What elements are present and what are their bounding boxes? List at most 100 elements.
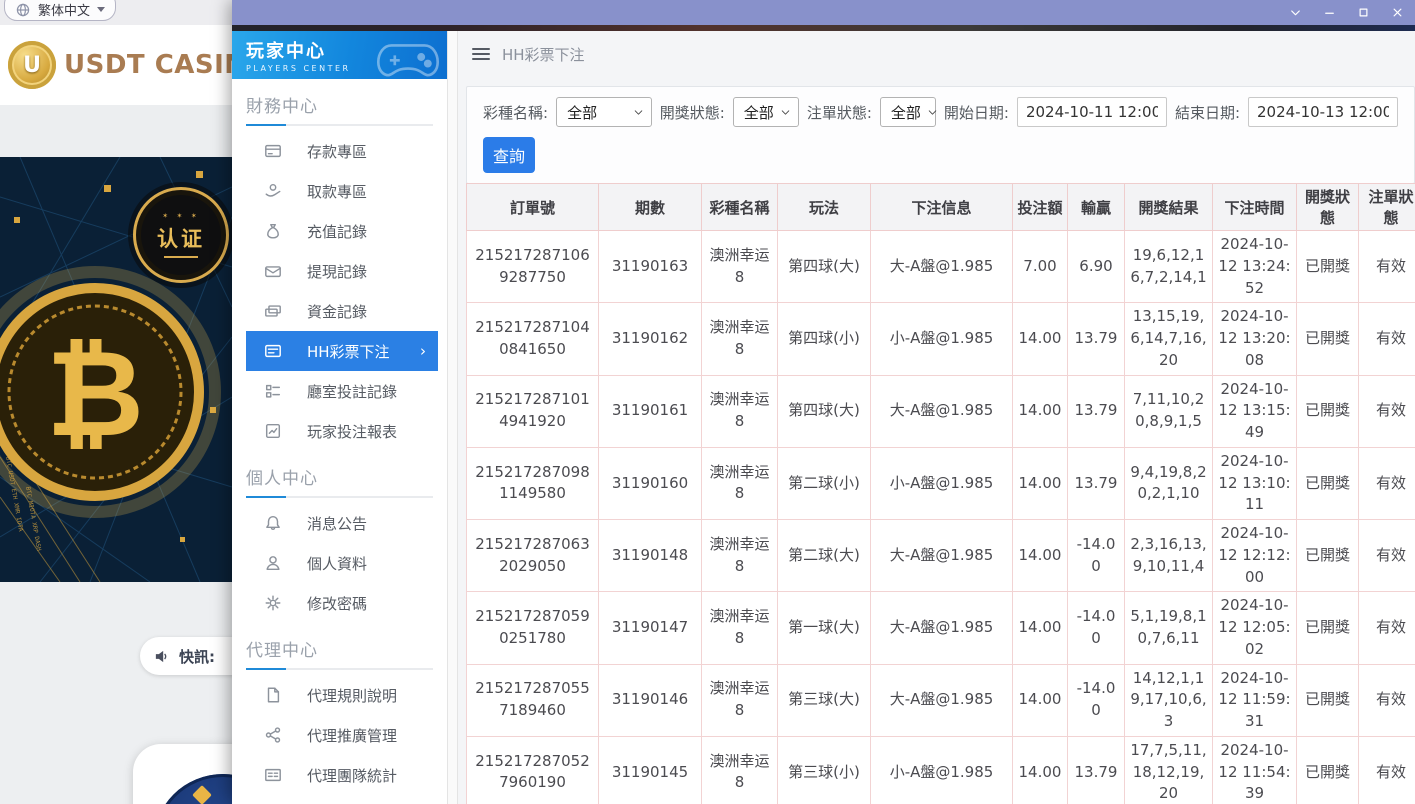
window-restore-down-button[interactable] (1283, 3, 1307, 23)
sidebar-item-label: HH彩票下注 (307, 341, 390, 362)
cell-bet-time: 2024-10-12 13:20:08 (1213, 303, 1297, 375)
cell-order-no: 2152172870981149580 (467, 447, 599, 519)
background-page: 繁体中文 U USDT CASINO (0, 0, 232, 804)
sidebar-item-lottery[interactable]: HH彩票下注› (246, 331, 438, 371)
cell-win-loss: 13.79 (1068, 447, 1125, 519)
cell-bet-info: 大-A盤@1.985 (871, 520, 1013, 592)
column-header-draw-result: 開獎結果 (1125, 184, 1213, 231)
cell-period: 31190146 (599, 664, 702, 736)
speaker-icon (154, 648, 171, 665)
cell-play-type: 第二球(大) (778, 520, 871, 592)
sidebar-item-label: 修改密碼 (307, 593, 367, 614)
sidebar-scrollbar[interactable] (447, 31, 458, 804)
cell-bet-time: 2024-10-12 11:59:31 (1213, 664, 1297, 736)
sidebar-item-funds[interactable]: 資金記錄 (232, 291, 447, 331)
cell-bet-amount: 14.00 (1013, 375, 1068, 447)
lottery-icon (264, 342, 282, 360)
cell-draw-status: 已開獎 (1297, 447, 1359, 519)
sidebar-item-bell[interactable]: 消息公告 (232, 503, 447, 543)
sidebar-item-label: 資金記錄 (307, 301, 367, 322)
sidebar-item-room[interactable]: 廳室投註記錄 (232, 371, 447, 411)
ticker-label: 快訊: (179, 646, 215, 667)
cell-lottery-name: 澳洲幸运8 (702, 736, 778, 804)
cell-draw-result: 13,15,19,6,14,7,16,20 (1125, 303, 1213, 375)
background-topbar: 繁体中文 (0, 0, 232, 25)
bets-table: 訂單號期數彩種名稱玩法下注信息投注額輸贏開獎結果下注時間開獎狀態注單狀態 215… (466, 183, 1415, 804)
cell-order-no: 2152172871040841650 (467, 303, 599, 375)
sidebar-item-report[interactable]: 玩家投注報表 (232, 411, 447, 451)
window-maximize-button[interactable] (1351, 3, 1375, 23)
cell-period: 31190148 (599, 520, 702, 592)
filter-label: 注單狀態: (807, 102, 872, 123)
cell-bet-amount: 14.00 (1013, 520, 1068, 592)
cell-play-type: 第三球(大) (778, 664, 871, 736)
menu-icon[interactable] (472, 48, 490, 60)
section-divider (246, 668, 433, 670)
start-date-input[interactable] (1017, 97, 1167, 127)
cell-bet-info: 小-A盤@1.985 (871, 736, 1013, 804)
cell-bet-status: 有效 (1359, 231, 1415, 303)
cell-bet-info: 大-A盤@1.985 (871, 375, 1013, 447)
sidebar-item-cashout[interactable]: 提現記錄 (232, 251, 447, 291)
sidebar-item-team[interactable]: 代理團隊統計 (232, 755, 447, 795)
sidebar-item-recharge[interactable]: 充值記錄 (232, 211, 447, 251)
filter-label: 結束日期: (1175, 102, 1240, 123)
query-button[interactable]: 查詢 (483, 137, 535, 173)
page-title: HH彩票下注 (502, 44, 585, 65)
cell-bet-status: 有效 (1359, 736, 1415, 804)
cell-play-type: 第四球(大) (778, 231, 871, 303)
bet-status-select[interactable]: 全部 (880, 97, 936, 127)
chevron-down-icon (1288, 5, 1303, 20)
end-date-input[interactable] (1248, 97, 1398, 127)
minimize-icon (1322, 5, 1337, 20)
sidebar-item-gear[interactable]: 修改密碼 (232, 583, 447, 623)
funds-icon (264, 302, 282, 320)
background-gap (0, 105, 232, 157)
sidebar-item-withdraw[interactable]: 取款專區 (232, 171, 447, 211)
language-selector[interactable]: 繁体中文 (4, 0, 116, 21)
cell-period: 31190163 (599, 231, 702, 303)
cell-draw-result: 2,3,16,13,9,10,11,4 (1125, 520, 1213, 592)
sidebar-item-label: 個人資料 (307, 553, 367, 574)
select-value: 全部 (567, 102, 597, 123)
table-row: 215217287104084165031190162澳洲幸运8第四球(小)小-… (467, 303, 1415, 375)
page-header: HH彩票下注 (458, 31, 1415, 77)
cell-bet-info: 大-A盤@1.985 (871, 231, 1013, 303)
cell-play-type: 第三球(小) (778, 736, 871, 804)
badge-stars: ✶ ✶ ✶ (162, 212, 199, 220)
column-header-bet-status: 注單狀態 (1359, 184, 1415, 231)
draw-status-select[interactable]: 全部 (733, 97, 799, 127)
window-close-button[interactable] (1385, 3, 1409, 23)
team-icon (264, 766, 282, 784)
bell-icon (264, 514, 282, 532)
window-minimize-button[interactable] (1317, 3, 1341, 23)
sidebar-item-label: 消息公告 (307, 513, 367, 534)
brand-logo[interactable]: U USDT CASINO (8, 41, 269, 89)
cell-bet-time: 2024-10-12 12:05:02 (1213, 592, 1297, 664)
window-body: 玩家中心 PLAYERS CENTER 財務中心存款專區取款專區充值記錄提現記錄… (232, 31, 1415, 804)
select-chevron-icon (633, 107, 644, 118)
cell-bet-time: 2024-10-12 13:10:11 (1213, 447, 1297, 519)
cell-bet-amount: 14.00 (1013, 447, 1068, 519)
sidebar-item-share[interactable]: 代理推廣管理 (232, 715, 447, 755)
select-chevron-icon (780, 107, 791, 118)
column-header-win-loss: 輸贏 (1068, 184, 1125, 231)
cell-lottery-name: 澳洲幸运8 (702, 447, 778, 519)
sidebar-item-user[interactable]: 個人資料 (232, 543, 447, 583)
cell-bet-time: 2024-10-12 13:15:49 (1213, 375, 1297, 447)
column-header-bet-info: 下注信息 (871, 184, 1013, 231)
cell-draw-result: 17,7,5,11,18,12,19,20 (1125, 736, 1213, 804)
sidebar-item-label: 廳室投註記錄 (307, 381, 397, 402)
cell-period: 31190160 (599, 447, 702, 519)
recharge-icon (264, 222, 282, 240)
cell-draw-result: 19,6,12,16,7,2,14,1 (1125, 231, 1213, 303)
sidebar-item-doc[interactable]: 代理規則說明 (232, 675, 447, 715)
table-row: 215217287063202905031190148澳洲幸运8第二球(大)大-… (467, 520, 1415, 592)
sidebar-item-deposit[interactable]: 存款專區 (232, 131, 447, 171)
lottery-name-select[interactable]: 全部 (556, 97, 652, 127)
sidebar-item-label: 玩家投注報表 (307, 421, 397, 442)
cell-bet-status: 有效 (1359, 303, 1415, 375)
deposit-icon (264, 142, 282, 160)
cell-order-no: 2152172871069287750 (467, 231, 599, 303)
table-row: 215217287101494192031190161澳洲幸运8第四球(大)大-… (467, 375, 1415, 447)
